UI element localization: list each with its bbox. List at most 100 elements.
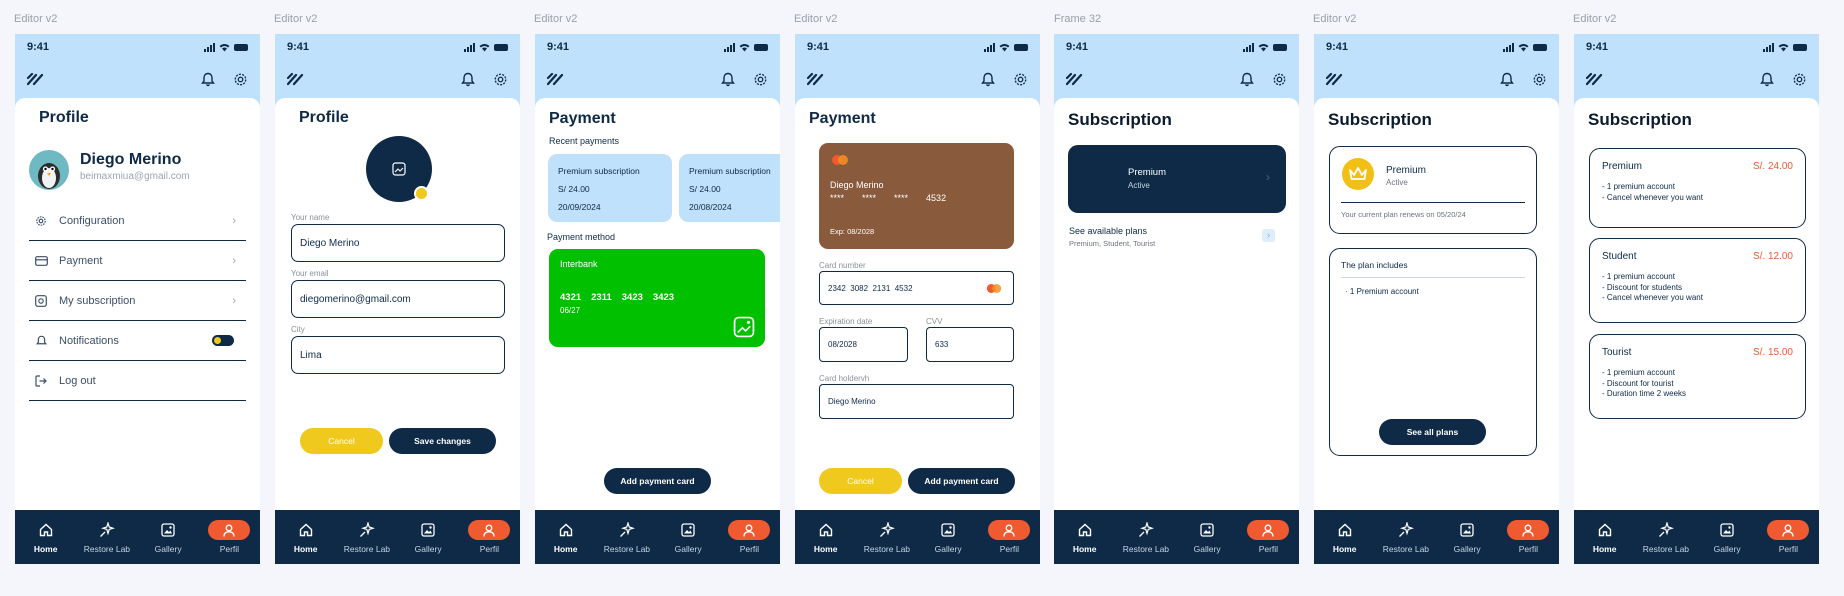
notifications-toggle[interactable] <box>212 335 234 346</box>
menu-item-configuration[interactable]: Configuration › <box>29 201 246 241</box>
nav-home[interactable]: Home <box>1316 520 1374 554</box>
gear-icon[interactable] <box>1013 72 1028 87</box>
nav-gallery[interactable]: Gallery <box>1178 520 1236 554</box>
nav-home[interactable]: Home <box>17 520 75 554</box>
bank-card[interactable]: Interbank 4321 2311 3423 3423 06/27 <box>549 249 765 347</box>
nav-restore-lab[interactable]: Restore Lab <box>1377 520 1435 554</box>
phone-payment: 9:41 Payment Recent payments Premium sub… <box>535 34 780 564</box>
nav-perfil[interactable]: Perfil <box>1239 520 1297 554</box>
nav-gallery[interactable]: Gallery <box>139 520 197 554</box>
wifi-icon <box>739 43 750 51</box>
expiration-field[interactable]: 08/2028 <box>819 327 908 362</box>
gear-icon[interactable] <box>1532 72 1547 87</box>
user-icon <box>743 524 756 537</box>
cvv-field[interactable]: 633 <box>926 327 1014 362</box>
nav-home[interactable]: Home <box>537 520 595 554</box>
page-title: Payment <box>809 110 876 127</box>
image-icon <box>733 316 755 338</box>
bell-icon[interactable] <box>461 72 475 87</box>
nav-perfil[interactable]: Perfil <box>1759 520 1817 554</box>
nav-home[interactable]: Home <box>277 520 335 554</box>
menu-item-subscription[interactable]: My subscription › <box>29 281 246 321</box>
bell-icon[interactable] <box>1500 72 1514 87</box>
city-field[interactable]: Lima <box>291 336 505 374</box>
nav-gallery[interactable]: Gallery <box>1698 520 1756 554</box>
nav-restore-lab[interactable]: Restore Lab <box>1637 520 1695 554</box>
nav-restore-lab[interactable]: Restore Lab <box>598 520 656 554</box>
cancel-button[interactable]: Cancel <box>819 468 902 494</box>
edit-avatar-badge[interactable] <box>414 186 429 201</box>
plan-feature: Discount for tourist <box>1602 379 1793 390</box>
card-exp: Exp: 08/2028 <box>830 227 875 236</box>
expiration-label: Expiration date <box>819 317 873 326</box>
plan-card-tourist[interactable]: Tourist S/. 15.00 1 premium account Disco… <box>1589 334 1806 419</box>
signal-icon <box>1503 42 1514 52</box>
plan-name: Student <box>1602 251 1637 262</box>
cancel-button[interactable]: Cancel <box>300 428 383 454</box>
nav-home[interactable]: Home <box>797 520 855 554</box>
nav-gallery[interactable]: Gallery <box>399 520 457 554</box>
phone-subscription: 9:41 Subscription Premium Active › See a… <box>1054 34 1299 564</box>
plan-name: Premium <box>1128 167 1167 178</box>
nav-gallery[interactable]: Gallery <box>659 520 717 554</box>
sparkle-icon <box>359 522 375 537</box>
nav-gallery[interactable]: Gallery <box>919 520 977 554</box>
gear-icon[interactable] <box>1272 72 1287 87</box>
card-number-field[interactable]: 2342 3082 2131 4532 <box>819 271 1014 305</box>
canvas: Editor v2 Editor v2 Editor v2 Editor v2 … <box>0 0 1844 596</box>
gallery-icon <box>1460 523 1474 537</box>
home-icon <box>559 523 572 537</box>
frame-label: Editor v2 <box>794 13 838 25</box>
menu-item-label: Payment <box>59 254 103 267</box>
nav-restore-lab[interactable]: Restore Lab <box>1117 520 1175 554</box>
logo-icon <box>1326 72 1343 86</box>
add-payment-card-button[interactable]: Add payment card <box>604 468 711 494</box>
nav-restore-lab[interactable]: Restore Lab <box>78 520 136 554</box>
nav-perfil[interactable]: Perfil <box>460 520 518 554</box>
payment-card[interactable]: Premium subscription S/ 24.00 20/08/2024 <box>679 154 780 222</box>
bell-icon[interactable] <box>981 72 995 87</box>
email-field[interactable]: diegomerino@gmail.com <box>291 280 505 318</box>
payment-card[interactable]: Premium subscription S/ 24.00 20/09/2024 <box>548 154 672 222</box>
gear-icon[interactable] <box>1792 72 1807 87</box>
card-holder-field[interactable]: Diego Merino <box>819 384 1014 419</box>
nav-restore-lab[interactable]: Restore Lab <box>338 520 396 554</box>
status-time: 9:41 <box>807 41 830 53</box>
status-bar: 9:41 <box>1314 34 1559 60</box>
gear-icon[interactable] <box>753 72 768 87</box>
bell-icon[interactable] <box>1760 72 1774 87</box>
bell-icon[interactable] <box>201 72 215 87</box>
bell-icon[interactable] <box>1240 72 1254 87</box>
nav-perfil[interactable]: Perfil <box>980 520 1038 554</box>
add-payment-card-button[interactable]: Add payment card <box>908 468 1015 494</box>
wifi-icon <box>999 43 1010 51</box>
content: Profile Your name Diego Merino Your emai… <box>275 98 520 510</box>
nav-perfil[interactable]: Perfil <box>1499 520 1557 554</box>
battery-icon <box>494 43 508 51</box>
bell-icon[interactable] <box>721 72 735 87</box>
page-title: Payment <box>549 110 616 127</box>
plan-card-premium[interactable]: Premium S/. 24.00 1 premium account Cance… <box>1589 148 1806 228</box>
gear-icon[interactable] <box>493 72 508 87</box>
name-field[interactable]: Diego Merino <box>291 224 505 262</box>
see-plans-link[interactable]: See available plans Premium, Student, To… <box>1069 226 1287 248</box>
nav-restore-lab[interactable]: Restore Lab <box>858 520 916 554</box>
logo-icon <box>1066 72 1083 86</box>
plan-card-student[interactable]: Student S/. 12.00 1 premium account Disco… <box>1589 238 1806 323</box>
current-plan-card[interactable]: Premium Active › <box>1068 145 1286 213</box>
gear-icon[interactable] <box>233 72 248 87</box>
see-all-plans-button[interactable]: See all plans <box>1379 419 1486 445</box>
menu-item-label: Notifications <box>59 334 119 347</box>
menu-item-logout[interactable]: Log out <box>29 361 246 401</box>
nav-gallery[interactable]: Gallery <box>1438 520 1496 554</box>
content: Profile Diego Merino beimaxmiua@gmail.co… <box>15 98 260 510</box>
nav-perfil[interactable]: Perfil <box>720 520 778 554</box>
include-item: · 1 Premium account <box>1345 287 1419 296</box>
bottom-nav: Home Restore Lab Gallery Perfil <box>275 510 520 564</box>
nav-home[interactable]: Home <box>1576 520 1634 554</box>
menu-item-payment[interactable]: Payment › <box>29 241 246 281</box>
nav-home[interactable]: Home <box>1056 520 1114 554</box>
save-changes-button[interactable]: Save changes <box>389 428 496 454</box>
nav-perfil[interactable]: Perfil <box>200 520 258 554</box>
avatar[interactable] <box>29 150 69 190</box>
